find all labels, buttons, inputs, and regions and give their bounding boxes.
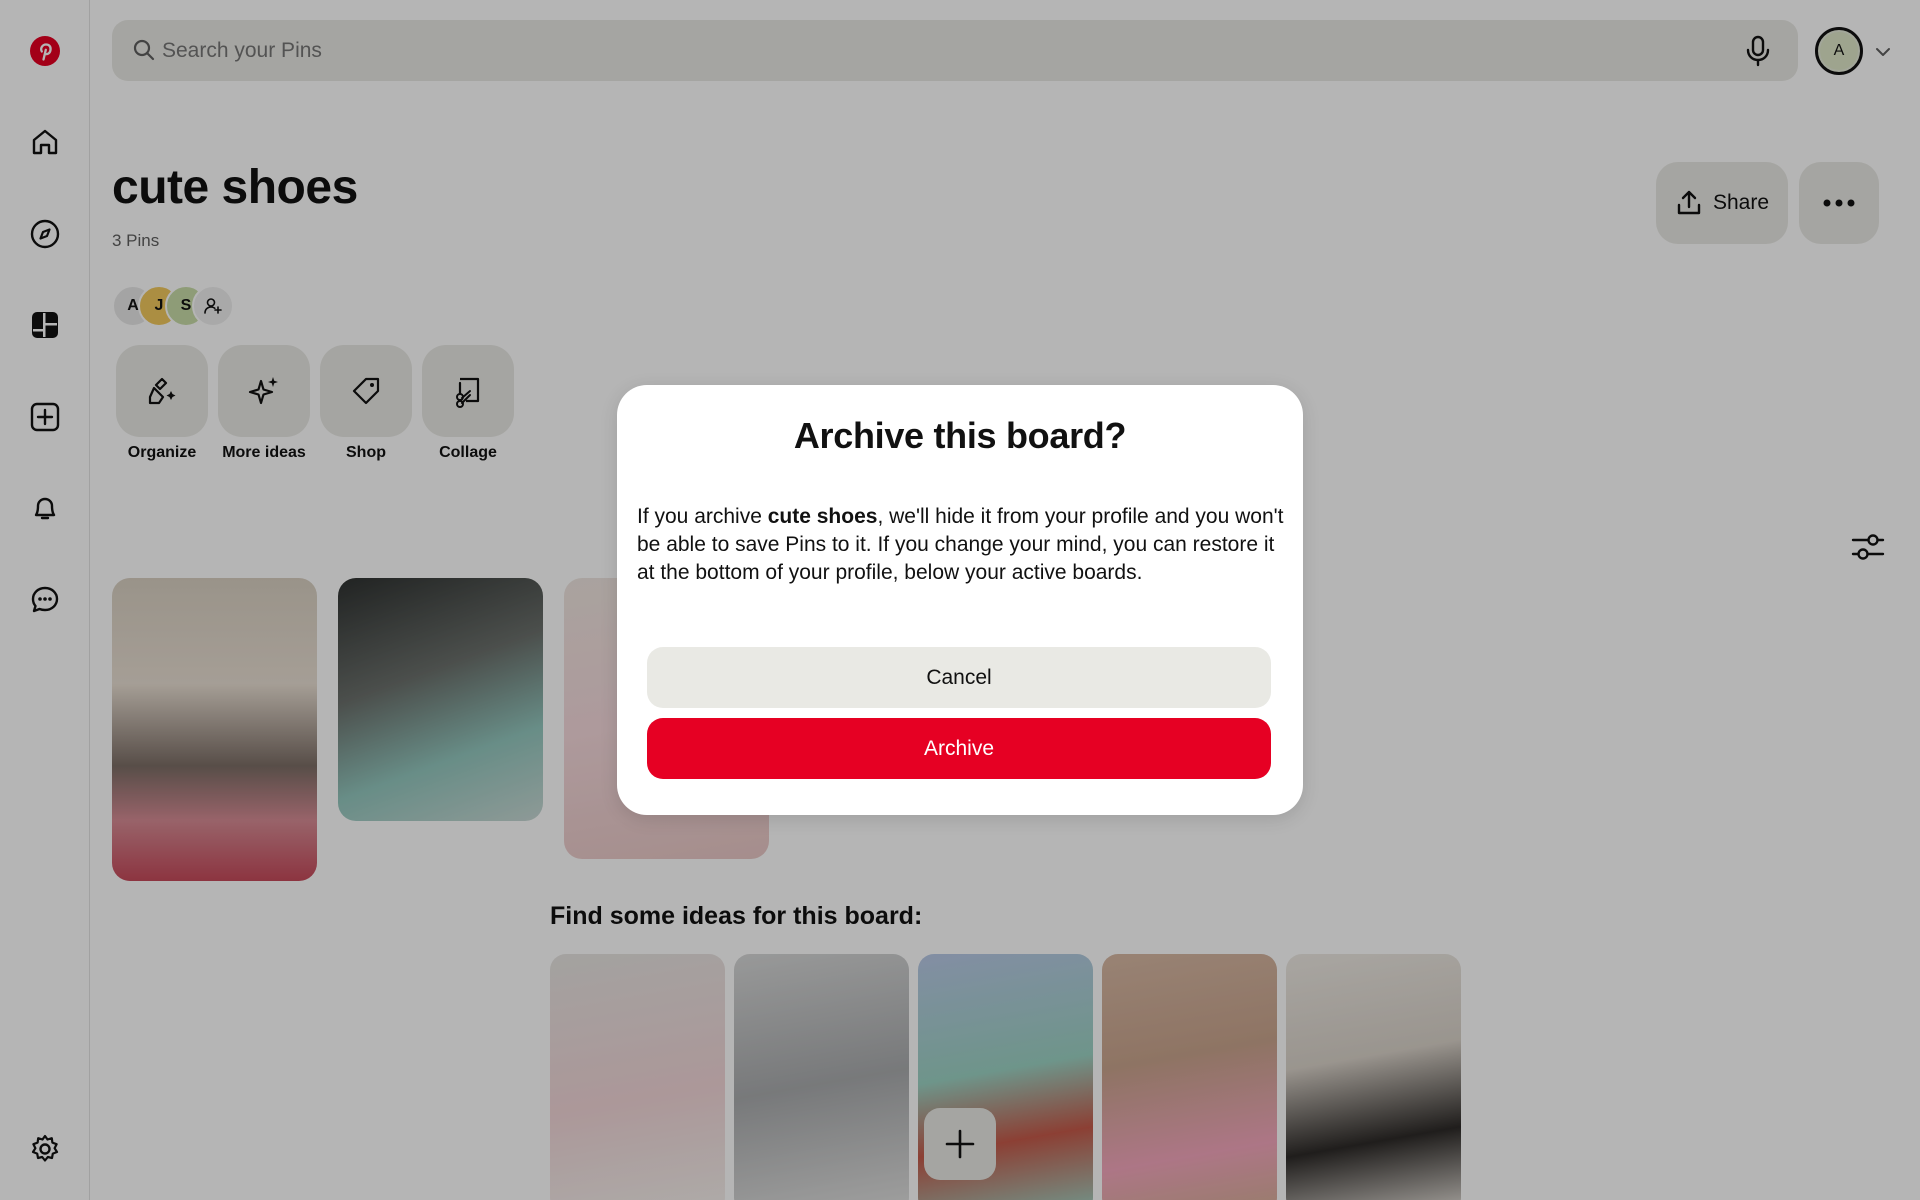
dialog-board-name: cute shoes (767, 505, 878, 528)
dialog-title: Archive this board? (793, 415, 1127, 456)
app: A cute shoes 3 Pins A J S Share Organize… (0, 0, 1920, 1200)
cancel-button[interactable]: Cancel (647, 647, 1271, 708)
archive-board-dialog: Archive this board? If you archive cute … (617, 385, 1303, 815)
dialog-body: If you archive cute shoes, we'll hide it… (637, 505, 1284, 584)
archive-button[interactable]: Archive (647, 718, 1271, 779)
